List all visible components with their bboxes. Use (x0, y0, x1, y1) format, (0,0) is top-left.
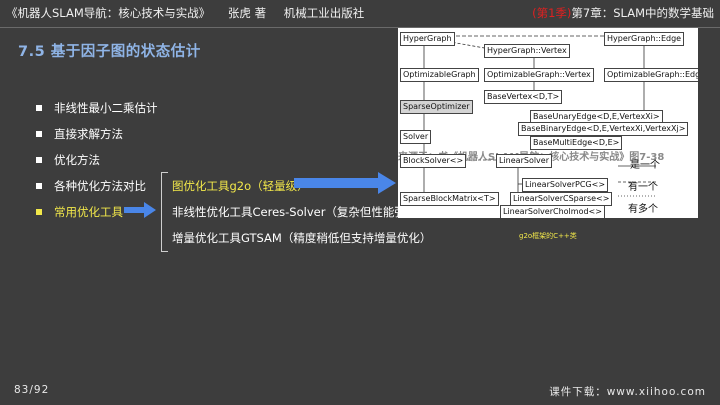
class-box: HyperGraph::Vertex (484, 44, 570, 58)
header-right: (第1季)第7章：SLAM中的数学基础 (532, 0, 714, 26)
arrow-right-icon (124, 202, 156, 218)
class-box: LinearSolverPCG<> (522, 178, 609, 192)
tool-item-ceres: 非线性优化工具Ceres-Solver（复杂但性能强） (172, 205, 418, 219)
class-box: LinearSolverCholmod<> (500, 205, 605, 218)
class-box: HyperGraph (400, 32, 455, 46)
legend-has-many: 有多个 (628, 204, 658, 215)
bracket-divider (161, 172, 168, 252)
class-box: SparseBlockMatrix<T> (400, 192, 499, 206)
download-link[interactable]: 课件下载：www.xiihoo.com (549, 384, 706, 399)
class-box-highlighted: SparseOptimizer (400, 100, 473, 114)
chapter-label: 第7章：SLAM中的数学基础 (571, 6, 714, 20)
tool-item-g2o: 图优化工具g2o（轻量级） (172, 179, 309, 193)
class-box: LinearSolverCSparse<> (510, 192, 613, 206)
bullet-square-icon (36, 130, 42, 137)
header-left: 《机器人SLAM导航：核心技术与实战》 张虎 著 机械工业出版社 (6, 0, 378, 26)
bullet-label: 常用优化工具 (54, 205, 123, 219)
class-box: HyperGraph::Edge (604, 32, 685, 46)
bullet-label: 各种优化方法对比 (54, 179, 146, 193)
page-number: 83/92 (14, 384, 50, 396)
bullet-label: 优化方法 (54, 153, 100, 167)
arrow-right-icon (294, 172, 396, 194)
section-title: 7.5 基于因子图的状态估计 (18, 44, 201, 60)
class-box: BlockSolver<> (400, 154, 467, 168)
bullet-item: 非线性最小二乘估计 (36, 100, 158, 116)
bullet-item-active: 常用优化工具 (36, 204, 123, 220)
tool-item-gtsam: 增量优化工具GTSAM（精度稍低但支持增量优化） (172, 231, 432, 245)
bullet-square-icon (36, 208, 42, 215)
g2o-class-diagram: HyperGraph HyperGraph::Vertex HyperGraph… (398, 28, 698, 218)
class-box: BaseBinaryEdge<D,E,VertexXi,VertexXj> (518, 122, 689, 136)
legend-is-a: 是一个 (630, 160, 660, 171)
class-box: LinearSolver (496, 154, 553, 168)
diagram-caption: g2o框架的C++类 (519, 232, 577, 240)
bullet-square-icon (36, 182, 42, 189)
author: 张虎 著 (227, 6, 267, 20)
bullet-item: 直接求解方法 (36, 126, 123, 142)
book-title: 《机器人SLAM导航：核心技术与实战》 (6, 6, 211, 20)
bullet-label: 非线性最小二乘估计 (54, 101, 158, 115)
bullet-label: 直接求解方法 (54, 127, 123, 141)
bullet-square-icon (36, 156, 42, 163)
publisher: 机械工业出版社 (283, 6, 365, 20)
class-box: BaseVertex<D,T> (484, 90, 563, 104)
bullet-item: 优化方法 (36, 152, 100, 168)
class-box: Solver (400, 130, 432, 144)
class-box: OptimizableGraph::Vertex (484, 68, 594, 82)
class-box: OptimizableGraph (400, 68, 479, 82)
legend-has-a: 有一个 (628, 182, 658, 193)
bullet-square-icon (36, 104, 42, 111)
class-box: OptimizableGraph::Edge (604, 68, 698, 82)
edition-label: (第1季) (532, 6, 572, 20)
header-bar: 《机器人SLAM导航：核心技术与实战》 张虎 著 机械工业出版社 (第1季)第7… (0, 0, 720, 26)
bullet-item: 各种优化方法对比 (36, 178, 146, 194)
